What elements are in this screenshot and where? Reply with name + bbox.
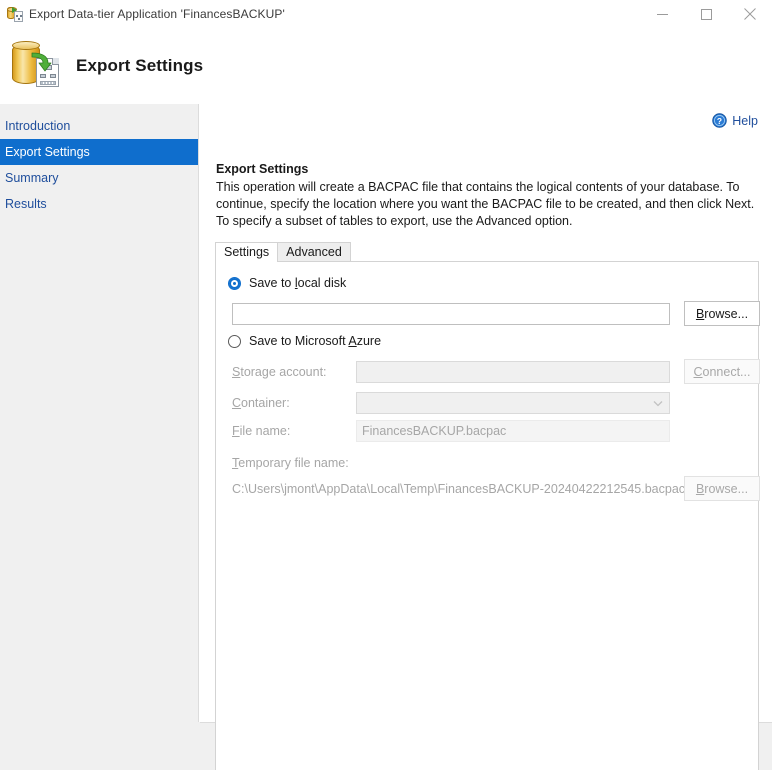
wizard-navigation-sidebar: Introduction Export Settings Summary Res…	[0, 104, 199, 770]
chevron-down-icon	[653, 394, 663, 412]
save-to-azure-label: Save to Microsoft Azure	[249, 334, 382, 348]
save-to-local-disk-radio[interactable]: Save to local disk	[228, 276, 346, 290]
temporary-file-browse-button[interactable]: Browse...	[684, 476, 760, 501]
section-title: Export Settings	[216, 162, 309, 176]
radio-indicator-azure	[228, 334, 241, 348]
close-button[interactable]	[728, 0, 772, 28]
sidebar-item-introduction[interactable]: Introduction	[0, 113, 198, 139]
tab-settings[interactable]: Settings	[215, 242, 279, 263]
temporary-file-name-value: C:\Users\jmont\AppData\Local\Temp\Financ…	[232, 482, 686, 496]
sidebar-item-results[interactable]: Results	[0, 191, 198, 217]
sidebar-item-export-settings[interactable]: Export Settings	[0, 139, 198, 165]
storage-account-input[interactable]	[356, 361, 670, 383]
footer-left-filler	[0, 722, 200, 770]
tab-strip: Settings Advanced	[215, 241, 351, 263]
main-content-panel: ? Help Export Settings This operation wi…	[200, 104, 772, 770]
storage-account-connect-button[interactable]: Connect...	[684, 359, 760, 384]
save-to-local-disk-label: Save to local disk	[249, 276, 347, 290]
help-link[interactable]: ? Help	[712, 113, 758, 128]
file-name-input[interactable]: FinancesBACKUP.bacpac	[356, 420, 670, 442]
help-label: Help	[732, 113, 758, 128]
sidebar-item-summary[interactable]: Summary	[0, 165, 198, 191]
page-header: Export Settings	[0, 28, 772, 104]
container-dropdown[interactable]	[356, 392, 670, 414]
local-disk-browse-button[interactable]: Browse...	[684, 301, 760, 326]
database-export-icon	[7, 6, 23, 22]
file-name-label: File name:	[232, 424, 291, 438]
local-disk-path-input[interactable]	[232, 303, 670, 325]
radio-indicator-local-disk	[228, 276, 241, 290]
storage-account-label: Storage account:	[232, 365, 327, 379]
tab-advanced[interactable]: Advanced	[277, 242, 351, 262]
container-label: Container:	[232, 396, 290, 410]
page-title: Export Settings	[76, 56, 204, 75]
section-description: This operation will create a BACPAC file…	[216, 180, 755, 228]
temporary-file-name-label: Temporary file name:	[232, 456, 349, 470]
window-controls	[640, 0, 772, 28]
export-data-tier-application-window: Export Data-tier Application 'FinancesBA…	[0, 0, 772, 770]
minimize-button[interactable]	[640, 0, 684, 28]
save-to-azure-radio[interactable]: Save to Microsoft Azure	[228, 334, 381, 348]
svg-text:?: ?	[717, 116, 722, 126]
window-title: Export Data-tier Application 'FinancesBA…	[29, 7, 285, 21]
green-arrow-icon	[31, 52, 52, 72]
title-bar: Export Data-tier Application 'FinancesBA…	[0, 0, 772, 28]
maximize-button[interactable]	[684, 0, 728, 28]
settings-tab-panel: Save to local disk Browse... Save to Mic…	[215, 261, 760, 770]
database-export-large-icon	[8, 38, 64, 94]
help-circle-icon: ?	[712, 113, 727, 128]
